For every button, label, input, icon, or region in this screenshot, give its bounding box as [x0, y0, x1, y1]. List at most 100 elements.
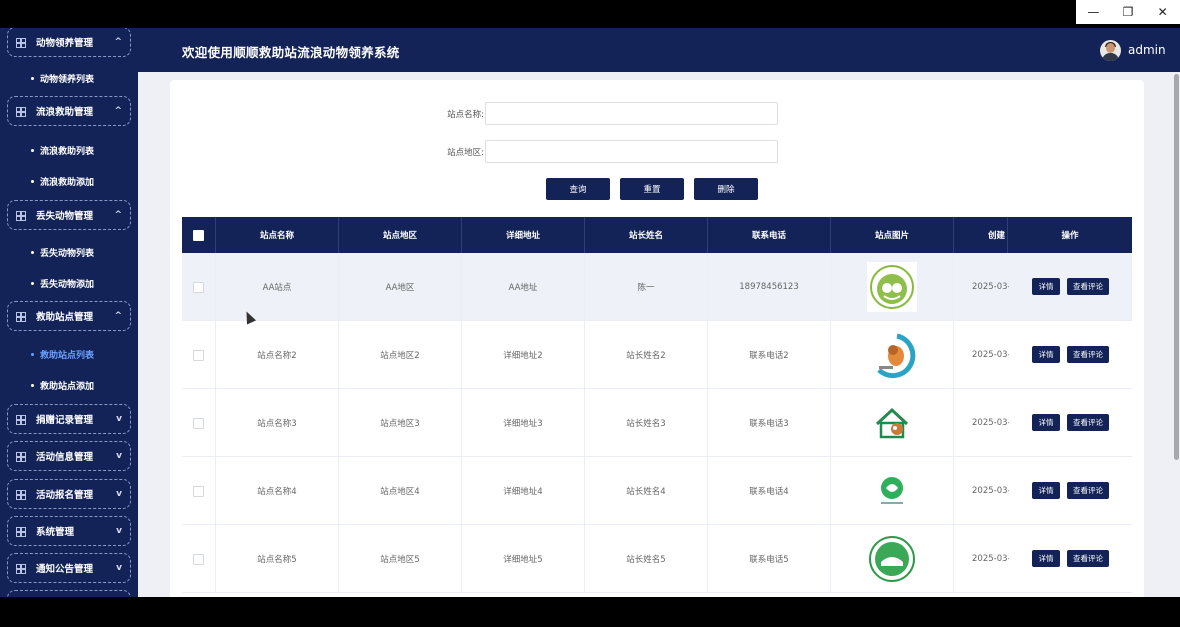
cell-image	[831, 253, 954, 321]
table-row[interactable]: 站点名称4 站点地区4 详细地址4 站长姓名4 联系电话4 2025-03- 详…	[182, 457, 1132, 525]
restore-icon[interactable]: ❐	[1111, 0, 1146, 24]
sidebar-item-adoption-list[interactable]: 动物领养列表	[31, 72, 94, 85]
chevron-up-icon: ^	[114, 210, 122, 220]
menu-group-activity-info[interactable]: 活动信息管理 v	[7, 441, 131, 471]
table-row[interactable]: AA站点 AA地区 AA地址 陈一 18978456123 2025-03- 详…	[182, 253, 1132, 321]
row-checkbox[interactable]	[193, 349, 204, 361]
cell-actions: 详情 查看评论	[1008, 253, 1132, 320]
cell-image	[831, 525, 954, 593]
station-logo-image[interactable]	[867, 398, 917, 448]
menu-group-announcements[interactable]: 通知公告管理 v	[7, 553, 131, 583]
grid-icon	[16, 106, 26, 117]
cell-address: 详细地址3	[462, 389, 585, 457]
row-checkbox[interactable]	[193, 417, 204, 429]
menu-group-activity-signup[interactable]: 活动报名管理 v	[7, 479, 131, 509]
menu-group-animal-adoption[interactable]: 动物领养管理 ^	[7, 28, 131, 57]
row-checkbox[interactable]	[193, 281, 204, 293]
grid-icon	[16, 414, 26, 425]
cell-manager: 站长姓名4	[585, 457, 708, 525]
col-header[interactable]: 详细地址	[462, 217, 585, 253]
delete-button[interactable]: 删除	[694, 178, 758, 200]
detail-button[interactable]: 详情	[1032, 346, 1060, 363]
page-title: 欢迎使用顺顺救助站流浪动物领养系统	[182, 45, 400, 60]
table-row[interactable]: 站点名称3 站点地区3 详细地址3 站长姓名3 联系电话3 2025-03- 详…	[182, 389, 1132, 457]
view-comments-button[interactable]: 查看评论	[1067, 346, 1109, 363]
chevron-down-icon: v	[116, 414, 122, 424]
col-header[interactable]: 创建	[954, 217, 1008, 253]
view-comments-button[interactable]: 查看评论	[1067, 550, 1109, 567]
cell-region: 站点地区3	[339, 389, 462, 457]
station-name-input[interactable]	[485, 102, 778, 125]
window-titlebar: — ❐ ✕	[0, 0, 1180, 28]
cell-region: 站点地区2	[339, 321, 462, 389]
row-checkbox[interactable]	[193, 553, 204, 565]
taskbar-strip	[0, 597, 1180, 627]
username[interactable]: admin	[1128, 43, 1166, 57]
menu-group-label: 流浪救助管理	[36, 107, 94, 118]
cell-manager: 站长姓名3	[585, 389, 708, 457]
menu-group-donation-records[interactable]: 捐赠记录管理 v	[7, 404, 131, 434]
view-comments-button[interactable]: 查看评论	[1067, 278, 1109, 295]
view-comments-button[interactable]: 查看评论	[1067, 482, 1109, 499]
query-button[interactable]: 查询	[546, 178, 610, 200]
col-header[interactable]: 站点名称	[216, 217, 339, 253]
cell-date: 2025-03-	[972, 418, 1009, 428]
table-row[interactable]: 站点名称2 站点地区2 详细地址2 站长姓名2 联系电话2 2025-03- 详…	[182, 321, 1132, 389]
detail-button[interactable]: 详情	[1032, 550, 1060, 567]
col-header[interactable]: 站点图片	[831, 217, 954, 253]
menu-group-system[interactable]: 系统管理 v	[7, 516, 131, 546]
sidebar-item-station-list[interactable]: 救助站点列表	[31, 348, 94, 361]
detail-button[interactable]: 详情	[1032, 482, 1060, 499]
cell-name: 站点名称5	[216, 525, 339, 593]
avatar[interactable]	[1100, 40, 1121, 61]
chevron-down-icon: v	[116, 451, 122, 461]
detail-button[interactable]: 详情	[1032, 278, 1060, 295]
cell-address: 详细地址4	[462, 457, 585, 525]
reset-button[interactable]: 重置	[620, 178, 684, 200]
menu-group-lost-animals[interactable]: 丢失动物管理 ^	[7, 200, 131, 230]
cell-image	[831, 457, 954, 525]
station-logo-image[interactable]	[867, 466, 917, 516]
close-icon[interactable]: ✕	[1145, 0, 1180, 24]
cell-image	[831, 389, 954, 457]
sidebar-item-station-add[interactable]: 救助站点添加	[31, 379, 94, 392]
table-row[interactable]: 站点名称5 站点地区5 详细地址5 站长姓名5 联系电话5 2025-03- 详…	[182, 525, 1132, 593]
search-row-name: 站点名称:	[414, 102, 778, 125]
cell-address: 详细地址2	[462, 321, 585, 389]
view-comments-button[interactable]: 查看评论	[1067, 414, 1109, 431]
content-panel: 站点名称: 站点地区: 查询 重置 删除 站点名称 站点地区 详细地址 站长姓名…	[170, 80, 1144, 597]
minimize-icon[interactable]: —	[1076, 0, 1111, 24]
cell-phone: 18978456123	[708, 253, 831, 321]
detail-button[interactable]: 详情	[1032, 414, 1060, 431]
station-region-input[interactable]	[485, 140, 778, 163]
col-header[interactable]: 站点地区	[339, 217, 462, 253]
menu-group-rescue-stations[interactable]: 救助站点管理 ^	[7, 301, 131, 331]
menu-group-label: 活动报名管理	[36, 490, 94, 501]
chevron-down-icon: v	[116, 563, 122, 573]
sidebar-item-lost-add[interactable]: 丢失动物添加	[31, 277, 94, 290]
chevron-up-icon: ^	[114, 37, 122, 47]
row-checkbox[interactable]	[193, 485, 204, 497]
sidebar-item-lost-list[interactable]: 丢失动物列表	[31, 246, 94, 259]
cell-image	[831, 321, 954, 389]
cell-manager: 站长姓名5	[585, 525, 708, 593]
scrollbar-thumb[interactable]	[1174, 74, 1179, 460]
chevron-up-icon: ^	[114, 106, 122, 116]
col-header[interactable]: 站长姓名	[585, 217, 708, 253]
cell-name: 站点名称2	[216, 321, 339, 389]
menu-group-label: 救助站点管理	[36, 312, 94, 323]
sidebar-item-rescue-add[interactable]: 流浪救助添加	[31, 175, 94, 188]
menu-group-label: 通知公告管理	[36, 564, 94, 575]
station-logo-image[interactable]	[867, 262, 917, 312]
page-scrollbar[interactable]	[1172, 72, 1180, 597]
select-all-checkbox[interactable]	[193, 229, 204, 241]
menu-group-stray-rescue[interactable]: 流浪救助管理 ^	[7, 96, 131, 126]
station-logo-image[interactable]	[867, 330, 917, 380]
menu-group-partial[interactable]	[7, 590, 131, 597]
sidebar-item-rescue-list[interactable]: 流浪救助列表	[31, 144, 94, 157]
cell-date: 2025-03-	[972, 282, 1009, 292]
cell-address: 详细地址5	[462, 525, 585, 593]
col-header[interactable]: 联系电话	[708, 217, 831, 253]
station-logo-image[interactable]	[867, 534, 917, 584]
top-header: 欢迎使用顺顺救助站流浪动物领养系统 admin	[138, 28, 1180, 72]
